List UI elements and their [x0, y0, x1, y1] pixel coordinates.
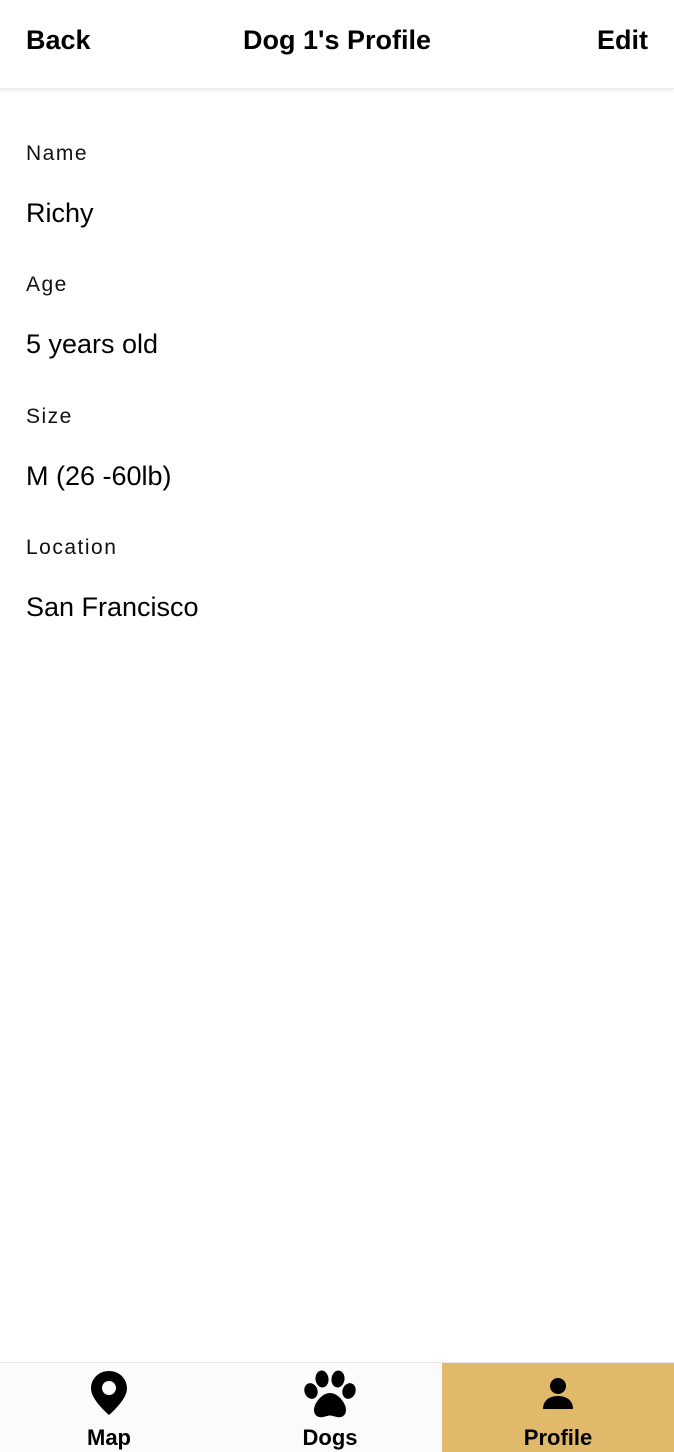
tab-label: Dogs — [302, 1425, 358, 1450]
person-icon — [543, 1378, 573, 1409]
map-pin-icon — [91, 1371, 127, 1415]
paw-icon — [304, 1370, 356, 1418]
field-value: M (26 -60lb) — [26, 461, 172, 491]
field-label: Size — [26, 405, 73, 428]
back-button[interactable]: Back — [26, 24, 91, 56]
tab-profile[interactable]: Profile — [442, 1363, 674, 1452]
app-screen: Back Dog 1's Profile Edit Name Richy Age… — [0, 0, 674, 1452]
field-value: 5 years old — [26, 329, 159, 359]
bottom-tab-bar: Map Dogs Profile — [0, 1362, 674, 1452]
edit-button[interactable]: Edit — [597, 24, 648, 56]
location-field: Location San Francisco — [26, 535, 646, 623]
field-label: Age — [26, 273, 68, 296]
size-field: Size M (26 -60lb) — [26, 404, 646, 492]
tab-dogs[interactable]: Dogs — [218, 1363, 442, 1452]
field-label: Name — [26, 142, 89, 165]
age-field: Age 5 years old — [26, 272, 646, 360]
field-value: San Francisco — [26, 592, 199, 622]
field-label: Location — [26, 536, 118, 559]
tab-label: Profile — [523, 1425, 593, 1450]
tab-map[interactable]: Map — [0, 1363, 218, 1452]
field-value: Richy — [26, 198, 94, 228]
tab-label: Map — [87, 1425, 131, 1450]
nav-header: Back Dog 1's Profile Edit — [0, 0, 674, 89]
page-title: Dog 1's Profile — [243, 25, 431, 55]
name-field: Name Richy — [26, 141, 646, 229]
